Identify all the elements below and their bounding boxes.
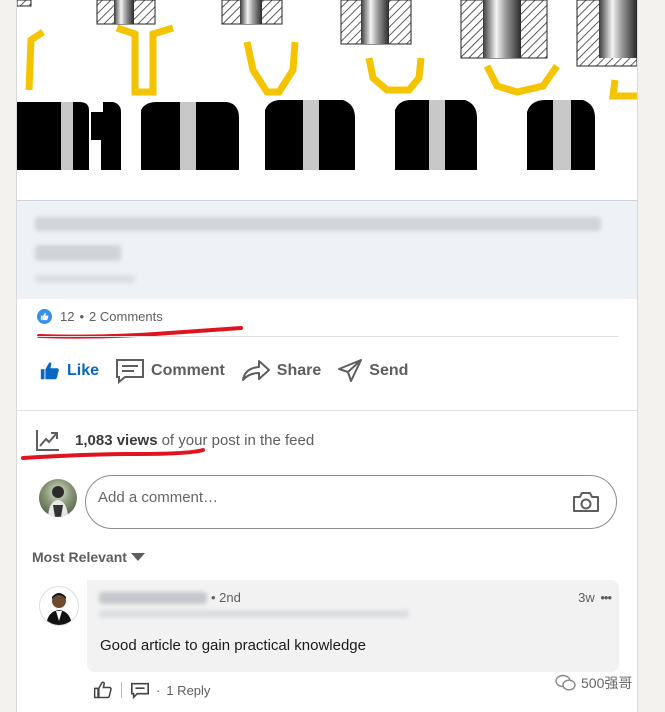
analytics-icon [36,430,59,451]
redacted-text-line [35,217,601,231]
send-icon [338,359,363,382]
views-count: 1,083 views [75,431,158,449]
reply-count[interactable]: 1 Reply [166,683,210,698]
divider [37,336,619,337]
send-button[interactable]: Send [337,358,408,384]
redacted-commenter-name[interactable] [99,592,207,604]
like-button[interactable]: Like [39,360,99,382]
post-views-analytics[interactable]: 1,083 views of your post in the feed [35,428,314,452]
punch-5 [576,0,637,67]
thumbs-up-outline-icon[interactable] [93,680,113,700]
commenter-avatar[interactable] [39,586,79,626]
comment-label: Comment [151,362,225,379]
add-comment-input[interactable]: Add a comment… [85,475,617,529]
divider [121,682,122,698]
comment-sort-dropdown[interactable]: Most Relevant [32,549,145,565]
red-underline-annotation [37,326,243,339]
reactions-count[interactable]: 12 [60,309,74,324]
post-image[interactable] [17,0,637,201]
connection-degree: • 2nd [211,590,241,605]
redacted-commenter-headline [99,610,409,618]
share-arrow-icon [241,360,270,381]
comment-time-label: 3w [578,590,595,605]
comment-time: 3w ••• [578,590,612,605]
watermark: 500强哥 [555,673,632,693]
separator-dot: • [79,309,85,324]
add-comment-row: Add a comment… [39,475,619,531]
wechat-icon [555,674,576,691]
sort-label: Most Relevant [32,549,127,565]
share-label: Share [276,362,322,379]
thumbs-up-icon [40,362,59,380]
punch-3 [340,0,412,45]
post-caption-redacted [17,201,637,299]
punch-1 [96,0,156,25]
social-counts[interactable]: 12 • 2 Comments [37,309,163,324]
punch-4 [460,0,548,59]
add-comment-placeholder: Add a comment… [98,488,219,506]
comment-text: Good article to gain practical knowledge [100,637,366,654]
caret-down-icon [130,553,145,561]
separator-dot: · [156,682,161,698]
redacted-text-line [35,275,135,283]
views-suffix: of your post in the feed [161,431,315,449]
reply-icon[interactable] [130,681,150,699]
like-reaction-icon [37,309,52,324]
watermark-text: 500强哥 [581,675,633,691]
comment-button[interactable]: Comment [115,358,225,384]
redacted-text-line [35,245,121,261]
divider [17,410,637,411]
comments-count[interactable]: 2 Comments [89,309,163,324]
die-diagram [17,0,637,170]
more-options-icon[interactable]: ••• [600,590,612,605]
post-card: 12 • 2 Comments Like Comment Share Send … [16,0,638,712]
punch-2 [221,0,283,25]
dies [17,100,595,170]
current-user-avatar[interactable] [39,479,77,517]
comment-actions: · 1 Reply [93,680,210,700]
comment-icon [116,359,145,384]
like-label: Like [67,362,100,379]
camera-icon[interactable] [572,491,600,513]
social-action-bar: Like Comment Share Send [39,358,424,384]
send-label: Send [369,362,409,379]
share-button[interactable]: Share [241,358,321,384]
comment-bubble: • 2nd 3w ••• Good article to gain practi… [87,580,619,672]
